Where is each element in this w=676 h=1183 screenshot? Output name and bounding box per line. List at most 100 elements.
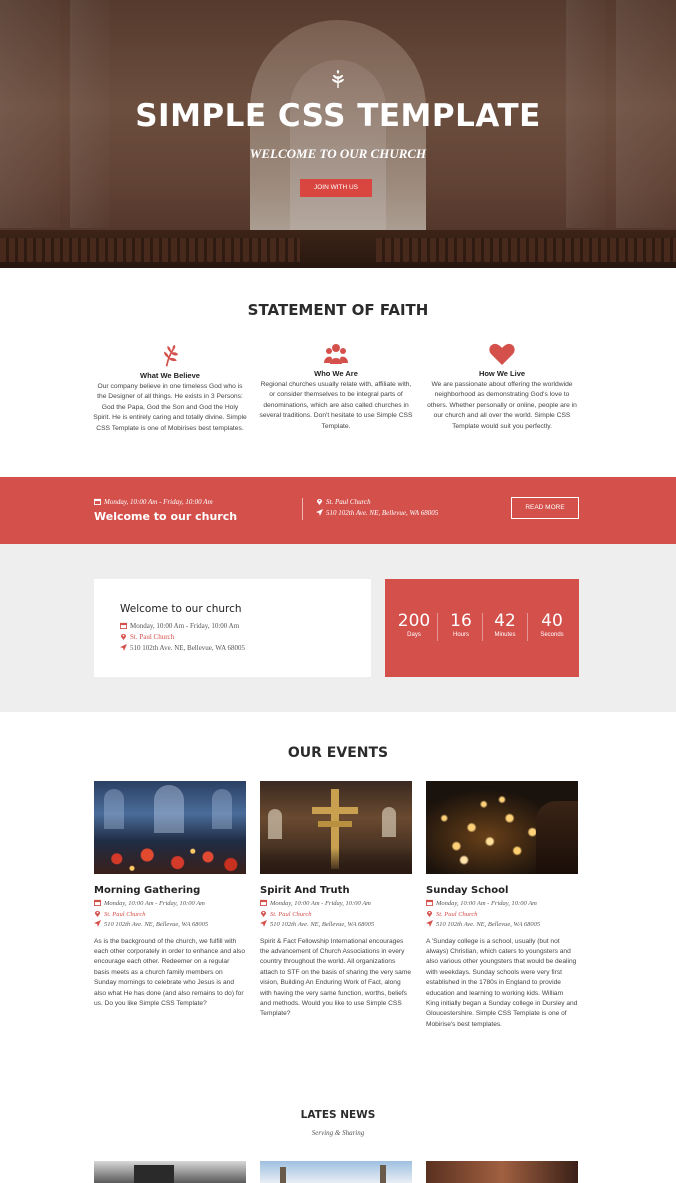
event-place: St. Paul Church: [260, 910, 412, 921]
countdown-info-card: Welcome to our church Monday, 10:00 Am -…: [94, 579, 371, 677]
calendar-icon: [94, 498, 101, 505]
event-address-text: 510 102th Ave. NE, Bellevue, WA 68005: [270, 921, 375, 928]
faith-item-heading: What We Believe: [140, 371, 200, 380]
countdown-label: Days: [407, 632, 421, 638]
read-more-button[interactable]: READ MORE: [511, 497, 579, 519]
countdown-separator: [527, 613, 528, 641]
map-pin-icon: [120, 633, 127, 640]
countdown-value: 42: [494, 611, 516, 631]
heart-icon: [489, 343, 515, 365]
countdown-address: 510 102th Ave. NE, Bellevue, WA 68005: [120, 644, 245, 652]
users-icon: [324, 344, 348, 364]
location-arrow-icon: [316, 509, 323, 516]
event-place-text: St. Paul Church: [270, 910, 312, 918]
banner-date: Monday, 10:00 Am - Friday, 10:00 Am: [94, 498, 213, 506]
event-title[interactable]: Spirit And Truth: [260, 885, 412, 896]
location-arrow-icon: [120, 644, 127, 651]
join-with-us-button[interactable]: JOIN WITH US: [300, 179, 372, 197]
countdown-value: 16: [450, 611, 472, 631]
window-shape: [382, 807, 396, 837]
faith-item-text: Regional churches usually relate with, a…: [259, 381, 413, 430]
calendar-icon: [426, 899, 433, 906]
event-image[interactable]: [426, 781, 578, 874]
events-section-title: OUR EVENTS: [287, 745, 389, 761]
calendar-icon: [260, 899, 267, 906]
countdown-value: 200: [397, 611, 431, 631]
news-section-title: LATES NEWS: [300, 1109, 376, 1121]
event-description: A 'Sunday college is a school, usually (…: [426, 937, 578, 1028]
leaf-icon: [332, 70, 344, 88]
event-meta: Monday, 10:00 Am - Friday, 10:00 Am St. …: [426, 899, 578, 931]
countdown-seconds: 40 Seconds: [529, 611, 575, 638]
event-title[interactable]: Morning Gathering: [94, 885, 246, 896]
event-date: Monday, 10:00 Am - Friday, 10:00 Am: [94, 899, 246, 910]
countdown-date: Monday, 10:00 Am - Friday, 10:00 Am: [120, 622, 239, 630]
faith-item-text: Our company believe in one timeless God …: [93, 383, 247, 432]
event-place-text: St. Paul Church: [436, 910, 478, 918]
event-title[interactable]: Sunday School: [426, 885, 578, 896]
spire-shape: [280, 1167, 286, 1183]
map-pin-icon: [260, 910, 267, 917]
calendar-icon: [120, 622, 127, 629]
event-meta: Monday, 10:00 Am - Friday, 10:00 Am St. …: [94, 899, 246, 931]
hero-section: SIMPLE CSS TEMPLATE WELCOME TO OUR CHURC…: [0, 0, 676, 268]
banner-date-text: Monday, 10:00 Am - Friday, 10:00 Am: [104, 498, 213, 506]
leaf-icon: [164, 344, 178, 367]
hero-subtitle: WELCOME TO OUR CHURCH: [249, 146, 427, 161]
faith-item: Who We Are Regional churches usually rel…: [259, 343, 413, 432]
event-place: St. Paul Church: [426, 910, 578, 921]
event-date: Monday, 10:00 Am - Friday, 10:00 Am: [260, 899, 412, 910]
event-place-text: St. Paul Church: [104, 910, 146, 918]
cross-shape: [312, 807, 358, 814]
event-card: Sunday School Monday, 10:00 Am - Friday,…: [426, 781, 578, 1030]
calendar-icon: [94, 899, 101, 906]
countdown-date-text: Monday, 10:00 Am - Friday, 10:00 Am: [130, 622, 240, 630]
event-address: 510 102th Ave. NE, Bellevue, WA 68005: [260, 920, 412, 931]
event-card: Spirit And Truth Monday, 10:00 Am - Frid…: [260, 781, 412, 1020]
event-address: 510 102th Ave. NE, Bellevue, WA 68005: [426, 920, 578, 931]
banner-place-text: St. Paul Church: [326, 498, 371, 506]
banner-place: St. Paul Church: [316, 498, 371, 506]
banner-divider: [302, 498, 303, 520]
cross-shape: [318, 821, 352, 827]
event-meta: Monday, 10:00 Am - Friday, 10:00 Am St. …: [260, 899, 412, 931]
hero-overlay: [0, 0, 676, 268]
candles-shape: [94, 836, 246, 874]
image-shade: [260, 848, 412, 874]
building-shape: [134, 1165, 174, 1183]
event-date-text: Monday, 10:00 Am - Friday, 10:00 Am: [104, 900, 205, 907]
event-address-text: 510 102th Ave. NE, Bellevue, WA 68005: [436, 921, 541, 928]
news-image[interactable]: [426, 1161, 578, 1183]
event-description: Spirit & Fact Fellowship International e…: [260, 937, 411, 1018]
location-arrow-icon: [426, 920, 433, 927]
countdown-value: 40: [541, 611, 563, 631]
map-pin-icon: [94, 910, 101, 917]
location-arrow-icon: [260, 920, 267, 927]
event-description: As is the background of the church, we f…: [94, 937, 246, 1007]
person-silhouette: [536, 801, 578, 874]
window-shape: [104, 789, 124, 829]
news-image[interactable]: [260, 1161, 412, 1183]
faith-item: How We Live We are passionate about offe…: [425, 343, 579, 432]
map-pin-icon: [426, 910, 433, 917]
countdown-label: Minutes: [494, 632, 516, 638]
location-arrow-icon: [94, 920, 101, 927]
event-image[interactable]: [260, 781, 412, 874]
countdown-label: Hours: [452, 632, 469, 638]
countdown-place: St. Paul Church: [120, 633, 174, 641]
event-date-text: Monday, 10:00 Am - Friday, 10:00 Am: [436, 900, 537, 907]
countdown-place-text: St. Paul Church: [130, 633, 175, 641]
event-place: St. Paul Church: [94, 910, 246, 921]
news-image[interactable]: [94, 1161, 246, 1183]
countdown-title: Welcome to our church: [120, 603, 242, 615]
faith-item: What We Believe Our company believe in o…: [93, 343, 247, 434]
event-date-text: Monday, 10:00 Am - Friday, 10:00 Am: [270, 900, 371, 907]
countdown-days: 200 Days: [391, 611, 437, 638]
spire-shape: [380, 1165, 386, 1183]
event-address: 510 102th Ave. NE, Bellevue, WA 68005: [94, 920, 246, 931]
banner-address-text: 510 102th Ave. NE, Bellevue, WA 68005: [326, 509, 439, 517]
window-shape: [154, 785, 184, 833]
event-image[interactable]: [94, 781, 246, 874]
faith-item-heading: Who We Are: [314, 369, 358, 378]
countdown-minutes: 42 Minutes: [482, 611, 528, 638]
